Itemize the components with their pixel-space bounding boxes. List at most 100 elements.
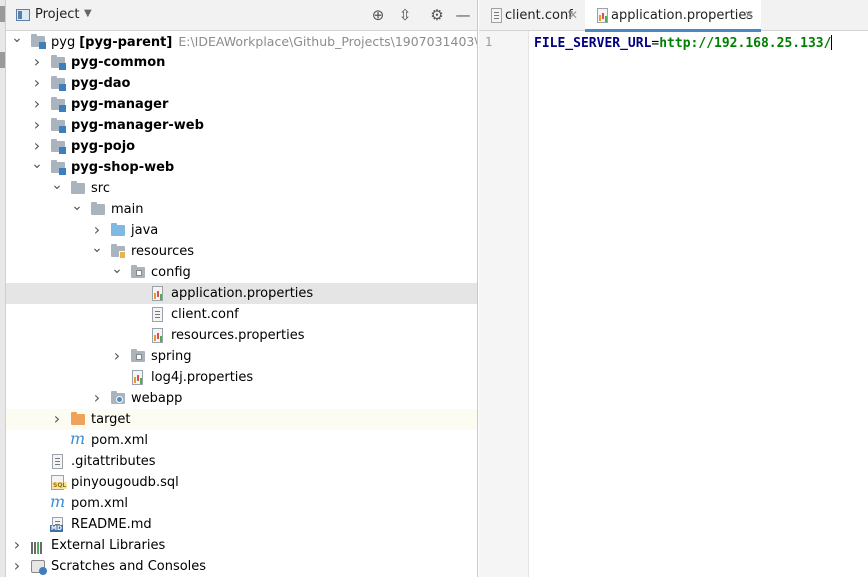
package-folder-icon [130, 265, 146, 280]
module-name-suffix: [pyg-parent] [79, 35, 173, 50]
tree-row[interactable]: m pom.xml [6, 493, 477, 514]
tree-row-label: pinyougoudb.sql [71, 472, 179, 493]
tree-row[interactable]: log4j.properties [6, 367, 477, 388]
tree-row-label: resources.properties [171, 325, 304, 346]
tree-row[interactable]: application.properties [6, 283, 477, 304]
collapse-all-icon[interactable]: ⇳ [396, 6, 414, 24]
close-icon[interactable]: ✕ [568, 0, 578, 31]
editor-area: client.conf ✕ application.properties ✕ 1… [479, 0, 868, 577]
tree-row[interactable]: › pyg-manager [6, 94, 477, 115]
text-file-icon [150, 307, 166, 322]
tree-row-label: main [111, 199, 143, 220]
tree-row[interactable]: › webapp [6, 388, 477, 409]
tree-row[interactable]: ⌄ main [6, 199, 477, 220]
properties-file-icon [150, 286, 166, 301]
tree-row[interactable]: ⌄ config [6, 262, 477, 283]
tree-row[interactable]: ⌄ resources [6, 241, 477, 262]
tree-row[interactable]: ⌄ src [6, 178, 477, 199]
tree-row[interactable]: client.conf [6, 304, 477, 325]
tool-window-stripe[interactable] [0, 6, 5, 22]
tree-row-label: Scratches and Consoles [51, 556, 206, 577]
tree-row[interactable]: › java [6, 220, 477, 241]
chevron-right-icon[interactable]: › [31, 136, 43, 157]
tree-row-label: pom.xml [71, 493, 128, 514]
tree-item-name: pyg-common [71, 55, 166, 70]
tree-item-name: target [91, 412, 131, 427]
tree-row-label: src [91, 178, 110, 199]
chevron-down-icon[interactable]: ⌄ [51, 178, 63, 199]
tree-row[interactable]: › External Libraries [6, 535, 477, 556]
tree-item-name: config [151, 265, 191, 280]
code-line[interactable]: FILE_SERVER_URL=http://192.168.25.133/ [534, 35, 833, 51]
tree-row[interactable]: › spring [6, 346, 477, 367]
tree-row[interactable]: ⌄ pyg [pyg-parent] E:\IDEAWorkplace\Github_… [6, 31, 477, 52]
tree-row[interactable]: › target [6, 409, 477, 430]
project-panel-title[interactable]: Project [35, 7, 79, 22]
tree-item-name: pyg-dao [71, 76, 131, 91]
chevron-right-icon[interactable]: › [11, 556, 23, 577]
project-panel-header: Project ▼ ⊕ ⇳ ⚙ — [6, 0, 477, 31]
module-folder-icon [50, 160, 66, 175]
tree-item-name: java [131, 223, 159, 238]
close-icon[interactable]: ✕ [744, 0, 754, 31]
tree-row[interactable]: › pyg-common [6, 52, 477, 73]
resources-folder-icon [110, 244, 126, 259]
tree-row[interactable]: › pyg-manager-web [6, 115, 477, 136]
tree-row[interactable]: ⌄ pyg-shop-web [6, 157, 477, 178]
gear-icon[interactable]: ⚙ [428, 6, 446, 24]
folder-icon [90, 202, 106, 217]
property-value: http://192.168.25.133/ [659, 36, 832, 51]
chevron-right-icon[interactable]: › [11, 535, 23, 556]
scratches-icon [30, 559, 47, 575]
tab-label: client.conf [505, 8, 573, 23]
hide-panel-icon[interactable]: — [454, 6, 472, 24]
line-number: 1 [485, 35, 493, 49]
chevron-right-icon[interactable]: › [91, 220, 103, 241]
tree-row-label: pyg-dao [71, 73, 131, 94]
tree-row[interactable]: SQL pinyougoudb.sql [6, 472, 477, 493]
tab-application-properties[interactable]: application.properties ✕ [585, 0, 761, 32]
chevron-right-icon[interactable]: › [31, 52, 43, 73]
source-folder-icon [110, 223, 126, 238]
locate-file-icon[interactable]: ⊕ [369, 6, 387, 24]
text-file-icon [489, 8, 502, 23]
chevron-right-icon[interactable]: › [91, 388, 103, 409]
tree-row-label: resources [131, 241, 194, 262]
tree-row-label: webapp [131, 388, 182, 409]
chevron-right-icon[interactable]: › [31, 94, 43, 115]
tree-row[interactable]: .gitattributes [6, 451, 477, 472]
tree-item-name: Scratches and Consoles [51, 559, 207, 574]
chevron-down-icon[interactable]: ▼ [84, 8, 92, 19]
package-folder-icon [130, 349, 146, 364]
tree-item-name: pyg-manager [71, 97, 169, 112]
chevron-down-icon[interactable]: ⌄ [91, 241, 103, 262]
tree-row-label: config [151, 262, 191, 283]
tree-row[interactable]: › pyg-pojo [6, 136, 477, 157]
chevron-right-icon[interactable]: › [111, 346, 123, 367]
module-folder-icon [50, 139, 66, 154]
tree-row-label: .gitattributes [71, 451, 156, 472]
chevron-down-icon[interactable]: ⌄ [11, 31, 23, 52]
chevron-right-icon[interactable]: › [51, 409, 63, 430]
tool-window-stripe[interactable] [0, 52, 5, 68]
maven-icon: m [70, 429, 86, 448]
tree-row[interactable]: resources.properties [6, 325, 477, 346]
tree-item-name: README.md [71, 517, 152, 532]
tree-row[interactable]: › Scratches and Consoles [6, 556, 477, 577]
tree-row[interactable]: m pom.xml [6, 429, 477, 451]
chevron-down-icon[interactable]: ⌄ [71, 199, 83, 220]
tree-row-label: target [91, 409, 131, 430]
properties-file-icon [150, 328, 166, 343]
module-folder-icon [50, 55, 66, 70]
tree-row[interactable]: MD README.md [6, 514, 477, 535]
chevron-right-icon[interactable]: › [31, 115, 43, 136]
chevron-right-icon[interactable]: › [31, 73, 43, 94]
tree-item-name: spring [151, 349, 192, 364]
chevron-down-icon[interactable]: ⌄ [111, 262, 123, 283]
folder-icon [70, 181, 86, 196]
chevron-down-icon[interactable]: ⌄ [31, 157, 43, 178]
tree-row-label: pyg-manager [71, 94, 168, 115]
tree-row[interactable]: › pyg-dao [6, 73, 477, 94]
project-tree: ⌄ pyg [pyg-parent] E:\IDEAWorkplace\Github_… [6, 31, 477, 577]
tab-client-conf[interactable]: client.conf ✕ [479, 0, 583, 31]
